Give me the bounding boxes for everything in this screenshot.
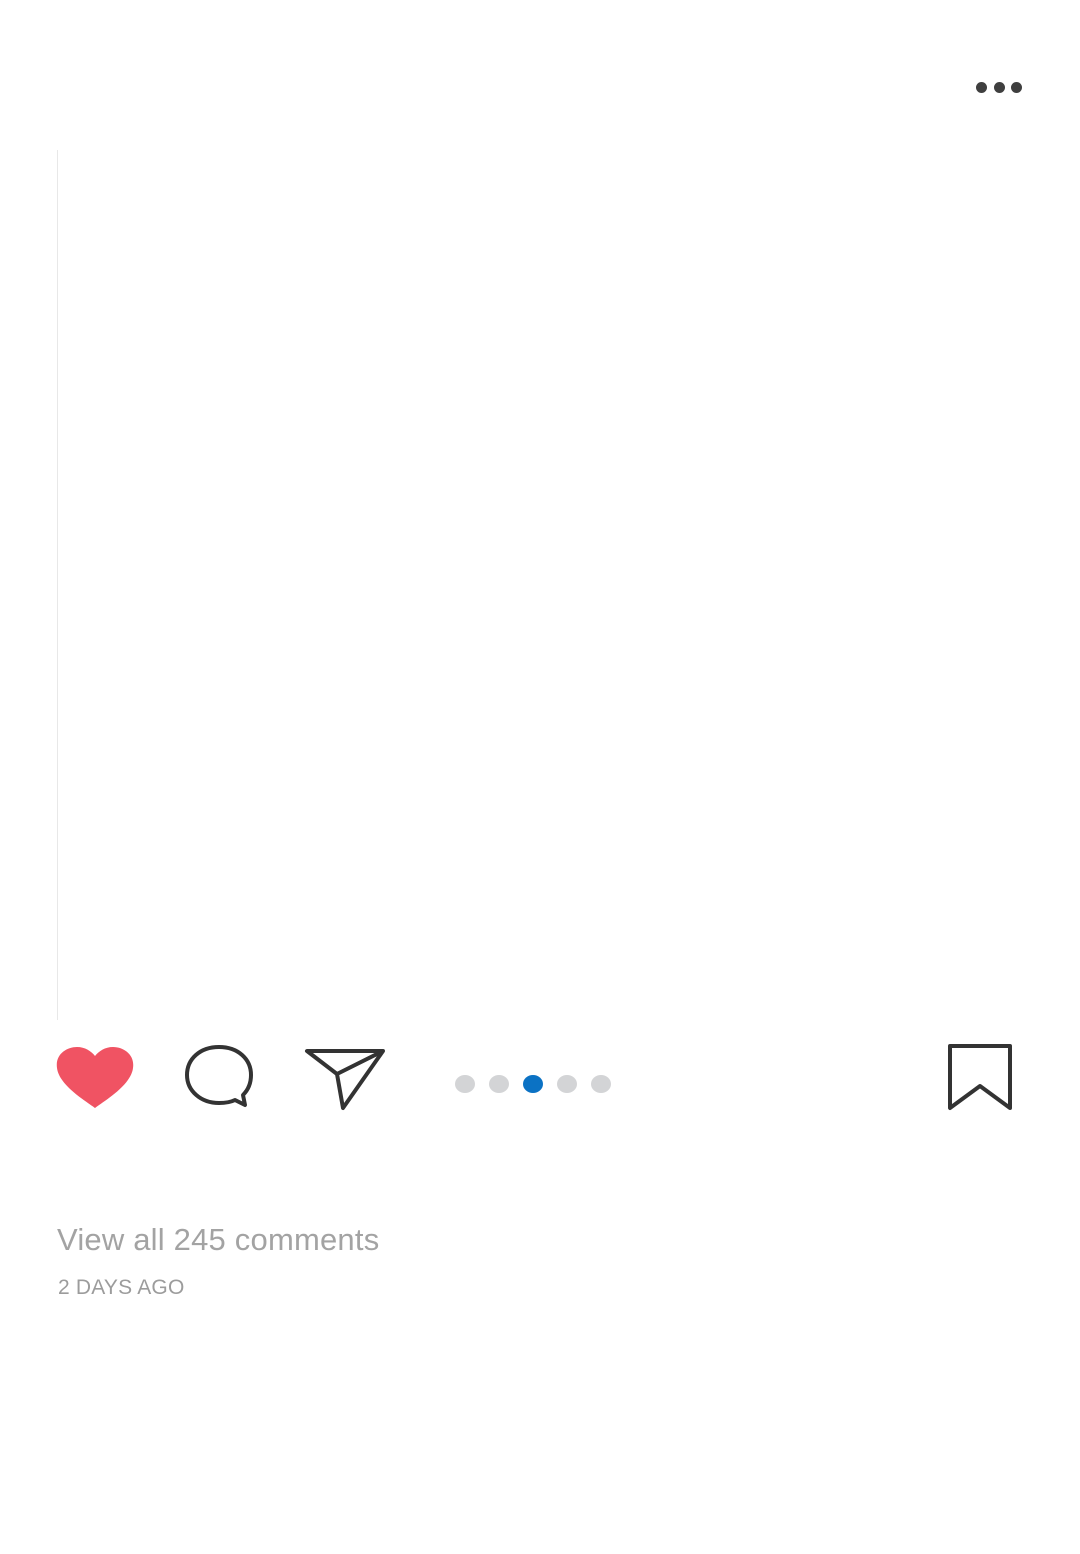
heart-filled-icon [56,1047,134,1108]
paper-plane-icon [305,1049,385,1110]
bookmark-icon [948,1044,1012,1110]
comment-button[interactable] [183,1043,255,1111]
carousel-dot[interactable] [557,1075,577,1093]
more-dot-icon [993,81,1005,93]
speech-bubble-icon [185,1045,253,1107]
carousel-dot-active[interactable] [523,1075,543,1093]
more-options-button[interactable] [968,72,1030,102]
post-timestamp: 2 DAYS AGO [58,1276,185,1299]
like-button[interactable] [55,1044,135,1112]
post-media[interactable] [57,150,1027,1020]
carousel-dot[interactable] [591,1075,611,1093]
save-button[interactable] [944,1042,1016,1114]
carousel-dot[interactable] [455,1075,475,1093]
carousel-dot[interactable] [489,1075,509,1093]
view-all-comments-link[interactable]: View all 245 comments [57,1222,379,1258]
carousel-indicator [455,1074,611,1094]
share-button[interactable] [303,1044,387,1112]
more-dot-icon [1011,81,1022,93]
more-dot-icon [976,81,987,93]
